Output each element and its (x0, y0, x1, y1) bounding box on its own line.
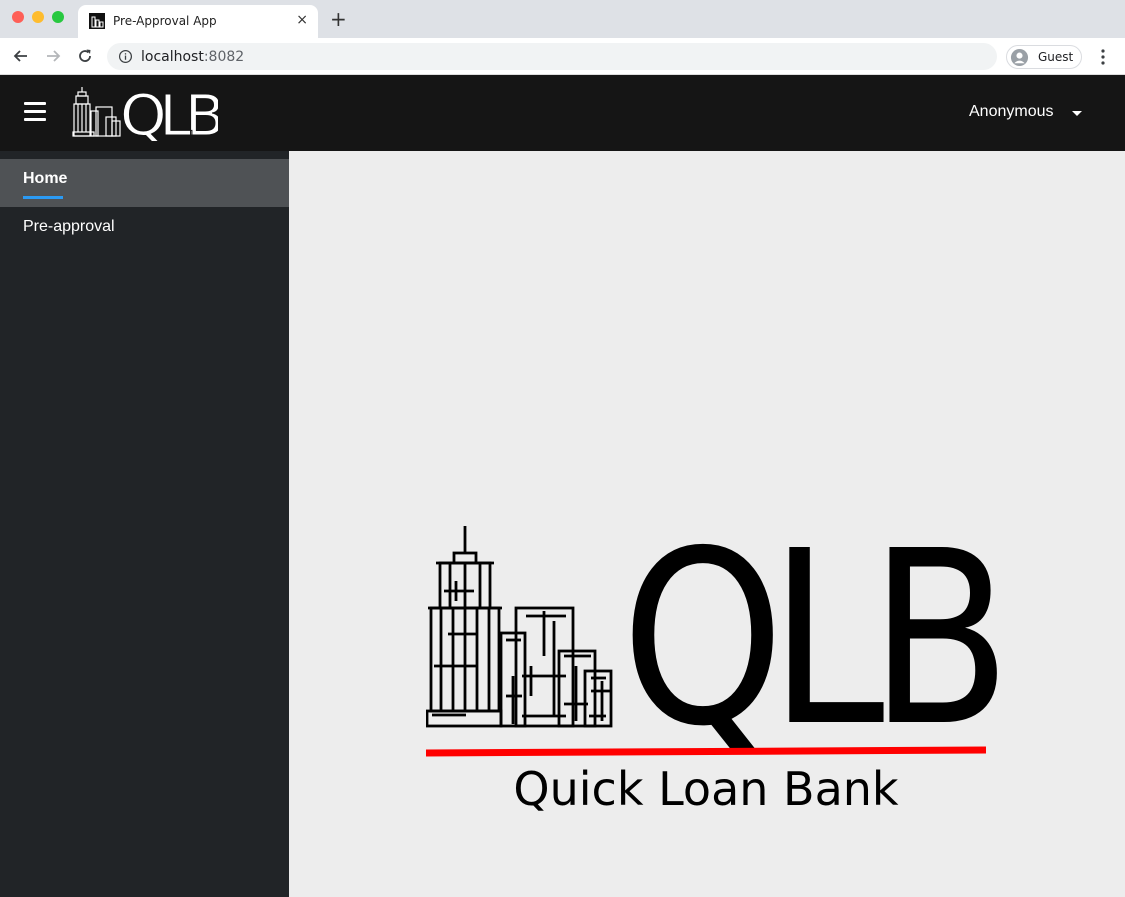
profile-button[interactable]: Guest (1006, 45, 1082, 69)
user-menu[interactable]: Anonymous (969, 103, 1082, 123)
active-indicator (23, 196, 63, 199)
red-underline (426, 746, 987, 757)
app-header: QLB Anonymous (0, 75, 1125, 151)
skyline-icon (426, 526, 613, 728)
main-content: QLB Quick Loan Bank (289, 151, 1125, 897)
forward-arrow-icon[interactable] (43, 46, 63, 66)
tab-title: Pre-Approval App (113, 14, 217, 28)
main-logo-text: QLB (621, 526, 997, 779)
tab-close-icon[interactable]: × (296, 12, 308, 28)
minimize-window-button[interactable] (32, 11, 44, 23)
url-host: localhost (141, 49, 204, 65)
sidebar-item-label: Home (23, 170, 68, 187)
user-label: Anonymous (969, 103, 1054, 120)
info-icon[interactable] (118, 49, 133, 64)
url-text: localhost:8082 (141, 49, 244, 65)
browser-tab-strip: Pre-Approval App × + (0, 0, 1125, 38)
sidebar-item-pre-approval[interactable]: Pre-approval (0, 207, 289, 255)
sidebar-item-label: Pre-approval (23, 218, 115, 235)
header-logo[interactable]: QLB (72, 87, 218, 141)
more-options-icon[interactable] (1098, 48, 1108, 66)
reload-icon[interactable] (75, 46, 95, 66)
sidebar-nav: Home Pre-approval (0, 151, 289, 897)
close-window-button[interactable] (12, 11, 24, 23)
caret-down-icon (1072, 111, 1082, 116)
tagline-text: Quick Loan Bank (513, 762, 899, 816)
building-favicon-icon (89, 13, 105, 29)
avatar-icon (1010, 48, 1029, 67)
hamburger-menu-icon[interactable] (24, 102, 46, 122)
browser-tab[interactable]: Pre-Approval App × (78, 5, 318, 38)
address-bar[interactable]: localhost:8082 (107, 43, 997, 70)
profile-label: Guest (1038, 50, 1074, 64)
new-tab-button[interactable]: + (330, 9, 347, 29)
header-logo-text: QLB (120, 87, 218, 141)
maximize-window-button[interactable] (52, 11, 64, 23)
quick-loan-bank-logo: QLB Quick Loan Bank (426, 526, 1001, 816)
url-port: :8082 (203, 49, 245, 65)
browser-toolbar: localhost:8082 Guest (0, 38, 1125, 75)
sidebar-item-home[interactable]: Home (0, 159, 289, 207)
back-arrow-icon[interactable] (11, 46, 31, 66)
